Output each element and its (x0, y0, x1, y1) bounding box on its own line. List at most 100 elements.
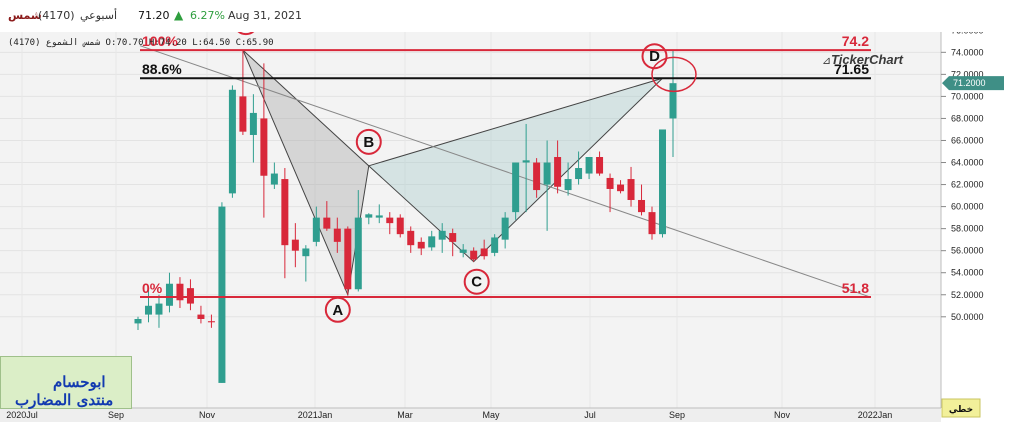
y-tick-label: 54.0000 (951, 268, 984, 278)
candle-body (386, 217, 394, 224)
candle-body (207, 321, 215, 323)
x-tick-label: 2022Jan (858, 410, 893, 420)
x-tick-label: 2020Jul (6, 410, 38, 420)
period-label[interactable]: أسبوعي (80, 9, 117, 22)
author-signature: ابوحسام منتدى المضارب (0, 356, 132, 409)
pattern-point-label: A (332, 302, 343, 319)
fib-level-percent: 88.6% (142, 61, 182, 77)
candle-body (186, 288, 194, 304)
candle-body (323, 217, 331, 229)
candle-body (428, 236, 436, 248)
candle-body (596, 157, 604, 174)
y-tick-label: 76.0000 (951, 32, 984, 35)
price-tag-label: 71.2000 (953, 78, 986, 88)
candle-body (533, 162, 541, 191)
candle-body (554, 157, 562, 187)
x-tick-label: Nov (199, 410, 216, 420)
candle-body (627, 179, 635, 200)
brand-logo: TickerChart (831, 52, 904, 67)
y-tick-label: 60.0000 (951, 202, 984, 212)
candle-body (648, 212, 656, 235)
y-tick-label: 50.0000 (951, 312, 984, 322)
x-axis-panel (0, 408, 941, 422)
price-chart[interactable]: 80.000078.000076.000074.000072.000070.00… (0, 32, 1012, 422)
candle-body (291, 239, 299, 251)
y-tick-label: 66.0000 (951, 135, 984, 145)
y-tick-label: 74.0000 (951, 47, 984, 57)
candle-body (396, 217, 404, 235)
candle-body (669, 83, 677, 119)
y-tick-label: 58.0000 (951, 224, 984, 234)
fib-level-percent: 0% (142, 280, 163, 296)
candle-body (585, 157, 593, 174)
signature-line2: منتدى المضارب (15, 391, 114, 409)
candle-body (354, 217, 362, 290)
candle-body (239, 96, 247, 132)
up-arrow-icon: ▲ (174, 8, 184, 22)
candle-body (302, 248, 310, 257)
x-tick-label: May (482, 410, 500, 420)
symbol-code: (4170) (38, 9, 75, 22)
candle-body (249, 112, 257, 135)
symbol-name[interactable]: شمس (8, 9, 42, 22)
candle-body (606, 177, 614, 189)
candle-body (260, 118, 268, 176)
fib-level-value: 74.2 (842, 33, 869, 49)
last-price: 71.20 (138, 9, 170, 22)
chart-window: شمس (4170) أسبوعي 71.20 ▲ 6.27% Aug 31, … (0, 0, 1012, 422)
candle-body (449, 233, 457, 242)
x-tick-label: 2021Jan (298, 410, 333, 420)
signature-line1: ابوحسام (53, 373, 106, 391)
candle-body (281, 179, 289, 246)
scale-mode-label: خطي (949, 405, 973, 415)
candle-body (417, 241, 425, 249)
candle-body (407, 230, 415, 246)
candle-body (659, 129, 666, 235)
x-tick-label: Jul (584, 410, 596, 420)
candle-body (491, 237, 499, 253)
pattern-point-label: B (363, 134, 374, 151)
candle-body (617, 184, 625, 192)
y-tick-label: 62.0000 (951, 180, 984, 190)
y-tick-label: 68.0000 (951, 113, 984, 123)
candle-body (312, 217, 320, 242)
y-tick-label: 64.0000 (951, 158, 984, 168)
candle-body (134, 319, 142, 324)
ohlc-readout: شمس الشموع (4170) O:70.70 H:74.20 L:64.5… (8, 38, 274, 48)
candle-body (344, 228, 352, 290)
candle-body (365, 214, 373, 218)
x-tick-label: Sep (108, 410, 124, 420)
pattern-point-label: C (471, 274, 482, 291)
candle-body (543, 162, 551, 185)
x-tick-label: Sep (669, 410, 685, 420)
candle-body (470, 250, 478, 260)
x-tick-label: Nov (774, 410, 791, 420)
candle-body (564, 179, 572, 191)
candle-body (459, 249, 467, 253)
candle-body (270, 173, 278, 185)
candle-body (375, 215, 383, 218)
candle-body (480, 248, 488, 257)
candle-body (522, 160, 530, 163)
candle-body (333, 228, 341, 242)
y-tick-label: 70.0000 (951, 91, 984, 101)
candle-body (144, 305, 152, 315)
quote-date: Aug 31, 2021 (228, 9, 302, 22)
candle-body (228, 89, 236, 194)
candle-body (438, 230, 446, 240)
fib-level-value: 51.8 (842, 280, 869, 296)
candle-body (501, 217, 509, 240)
candle-body (165, 283, 173, 306)
y-tick-label: 52.0000 (951, 290, 984, 300)
y-tick-label: 56.0000 (951, 246, 984, 256)
symbol-header: شمس (4170) أسبوعي 71.20 ▲ 6.27% Aug 31, … (0, 0, 1012, 33)
candle-body (155, 303, 163, 315)
candle-body (512, 162, 520, 213)
candle-body (218, 206, 226, 383)
change-percent: 6.27% (190, 9, 225, 22)
x-tick-label: Mar (397, 410, 413, 420)
brand-mark-icon: ⊿ (822, 54, 831, 67)
candle-body (197, 314, 205, 320)
candle-body (575, 168, 583, 180)
price-tag: 71.2000 (942, 76, 1004, 91)
